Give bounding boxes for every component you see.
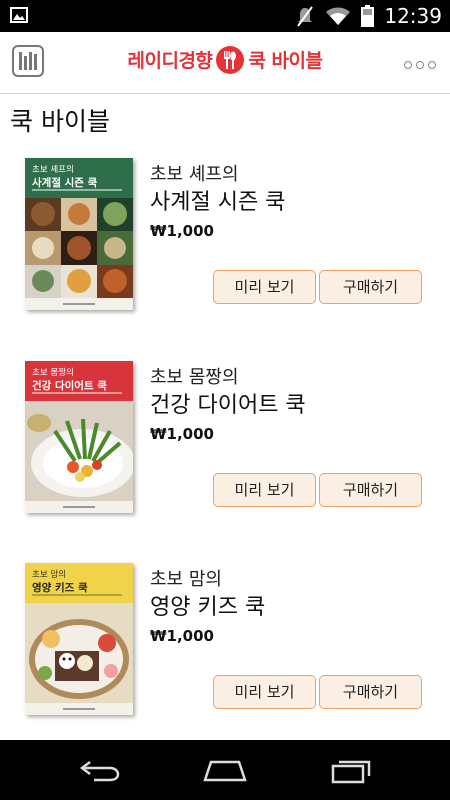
book-cover[interactable]: 초보 맘의 영양 키즈 쿡 (25, 563, 133, 715)
book-title: 영양 키즈 쿡 (150, 595, 266, 620)
book-title: 사계절 시즌 쿡 (150, 190, 286, 215)
book-item: 초보 셰프의 사계절 시즌 쿡 초보 셰프의 사계절 시즌 쿡 ₩1,000 미… (0, 158, 450, 338)
book-subtitle: 초보 몸짱의 (150, 367, 239, 388)
status-bar: 12:39 (0, 0, 450, 32)
cover-photo (25, 401, 133, 501)
preview-button[interactable]: 미리 보기 (213, 270, 316, 304)
home-icon[interactable] (201, 754, 249, 786)
book-subtitle: 초보 맘의 (150, 569, 222, 590)
preview-button[interactable]: 미리 보기 (213, 473, 316, 507)
mute-icon (297, 6, 314, 27)
cover-photo (25, 603, 133, 703)
status-time: 12:39 (384, 4, 442, 28)
book-title: 건강 다이어트 쿡 (150, 393, 306, 418)
recent-apps-icon[interactable] (327, 754, 375, 786)
page-title: 쿡 바이블 (10, 107, 110, 136)
app-bar: 레이디경향 쿡 바이블 (0, 32, 450, 94)
book-price: ₩1,000 (150, 222, 214, 240)
preview-button[interactable]: 미리 보기 (213, 675, 316, 709)
back-icon[interactable] (76, 754, 124, 786)
buy-button[interactable]: 구매하기 (319, 270, 422, 304)
book-item: 초보 맘의 영양 키즈 쿡 초보 맘의 영양 키즈 쿡 ₩1,000 미리 보기… (0, 563, 450, 743)
book-price: ₩1,000 (150, 627, 214, 645)
fork-spoon-icon (216, 45, 245, 74)
image-icon (10, 7, 28, 23)
buy-button[interactable]: 구매하기 (319, 473, 422, 507)
brand-logo: 레이디경향 쿡 바이블 (0, 45, 450, 76)
brand-left-text: 레이디경향 (127, 50, 213, 72)
battery-icon (361, 5, 375, 27)
cover-photo (25, 198, 133, 298)
wifi-icon (326, 7, 351, 25)
book-cover[interactable]: 초보 셰프의 사계절 시즌 쿡 (25, 158, 133, 310)
navigation-bar (0, 740, 450, 800)
book-item: 초보 몸짱의 건강 다이어트 쿡 초보 몸짱의 건강 다이어트 쿡 ₩1,000… (0, 361, 450, 541)
brand-right-text: 쿡 바이블 (248, 50, 323, 72)
book-cover[interactable]: 초보 몸짱의 건강 다이어트 쿡 (25, 361, 133, 513)
buy-button[interactable]: 구매하기 (319, 675, 422, 709)
book-subtitle: 초보 셰프의 (150, 164, 239, 185)
book-price: ₩1,000 (150, 425, 214, 443)
overflow-menu-icon[interactable] (404, 61, 436, 69)
